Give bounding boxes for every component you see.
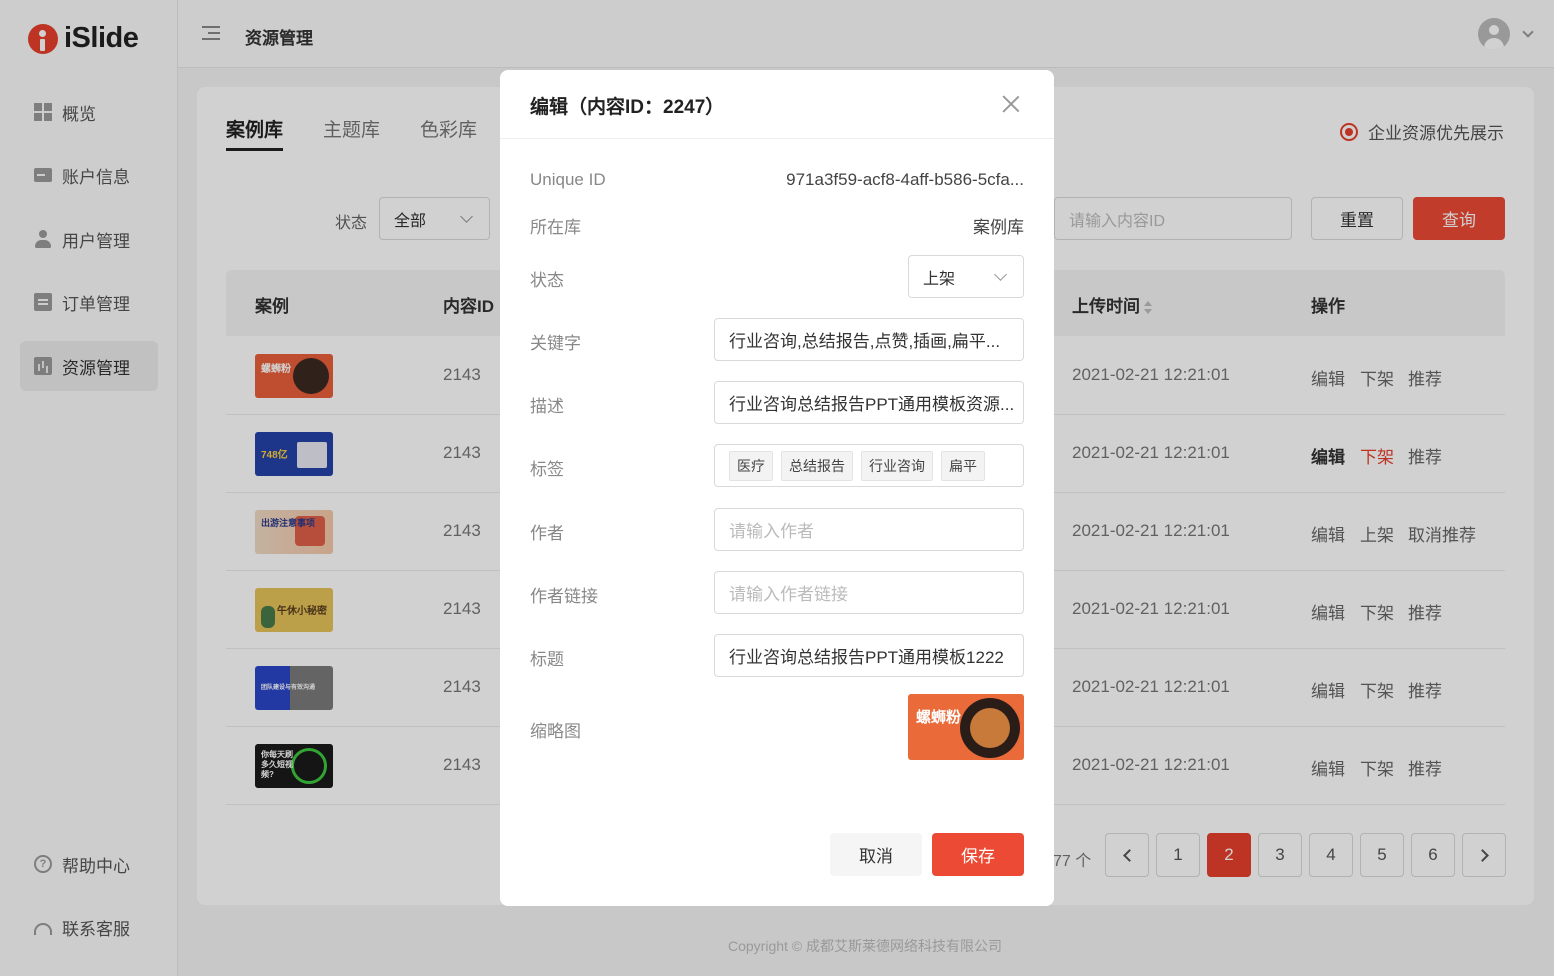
title-label: 标题 bbox=[530, 650, 564, 669]
tag-chip[interactable]: 总结报告 bbox=[781, 450, 853, 481]
unique-id-value: 971a3f59-acf8-4aff-b586-5cfa... bbox=[786, 170, 1024, 189]
chevron-down-icon bbox=[994, 268, 1007, 281]
title-value: 行业咨询总结报告PPT通用模板1222 bbox=[729, 648, 1004, 667]
tags-input[interactable]: 医疗 总结报告 行业咨询 扁平 bbox=[714, 444, 1024, 487]
modal-header: 编辑（内容ID：2247） bbox=[500, 70, 1054, 139]
title-input[interactable]: 行业咨询总结报告PPT通用模板1222 bbox=[714, 634, 1024, 677]
keyword-input[interactable]: 行业咨询,总结报告,点赞,插画,扁平... bbox=[714, 318, 1024, 361]
tag-chip[interactable]: 扁平 bbox=[941, 450, 985, 481]
cancel-button[interactable]: 取消 bbox=[830, 833, 922, 876]
author-link-input[interactable]: 请输入作者链接 bbox=[714, 571, 1024, 614]
status-label: 状态 bbox=[530, 271, 564, 290]
status-select[interactable]: 上架 bbox=[908, 255, 1024, 298]
keyword-value: 行业咨询,总结报告,点赞,插画,扁平... bbox=[729, 332, 1001, 351]
save-button[interactable]: 保存 bbox=[932, 833, 1024, 876]
author-label: 作者 bbox=[530, 524, 564, 543]
modal-title: 编辑（内容ID：2247） bbox=[530, 97, 725, 118]
close-icon[interactable] bbox=[1002, 95, 1020, 113]
tag-chip[interactable]: 行业咨询 bbox=[861, 450, 933, 481]
library-label: 所在库 bbox=[530, 218, 581, 237]
keyword-label: 关键字 bbox=[530, 334, 581, 353]
author-link-placeholder: 请输入作者链接 bbox=[729, 585, 848, 604]
author-link-label: 作者链接 bbox=[530, 587, 598, 606]
author-placeholder: 请输入作者 bbox=[729, 522, 814, 541]
status-select-value: 上架 bbox=[923, 270, 956, 288]
tags-label: 标签 bbox=[530, 460, 564, 479]
author-input[interactable]: 请输入作者 bbox=[714, 508, 1024, 551]
edit-modal: 编辑（内容ID：2247） Unique ID 971a3f59-acf8-4a… bbox=[500, 70, 1054, 906]
description-label: 描述 bbox=[530, 397, 564, 416]
thumbnail-label: 缩略图 bbox=[530, 722, 581, 741]
library-value: 案例库 bbox=[973, 218, 1024, 237]
unique-id-label: Unique ID bbox=[530, 170, 606, 189]
description-input[interactable]: 行业咨询总结报告PPT通用模板资源... bbox=[714, 381, 1024, 424]
thumbnail-image[interactable]: 螺蛳粉 bbox=[908, 694, 1024, 760]
description-value: 行业咨询总结报告PPT通用模板资源... bbox=[729, 395, 1015, 414]
tag-chip[interactable]: 医疗 bbox=[729, 450, 773, 481]
